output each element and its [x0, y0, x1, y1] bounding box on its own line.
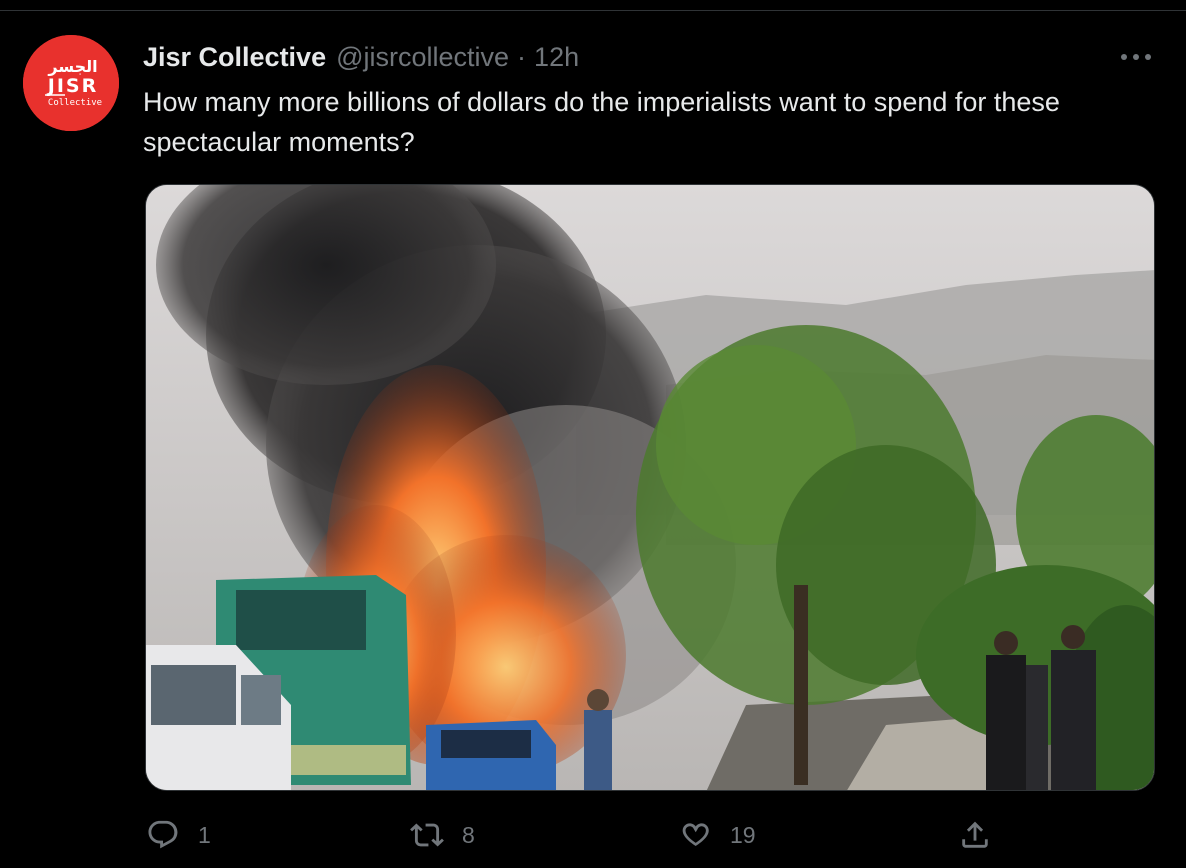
avatar[interactable]: الجسر JISR Collective	[23, 35, 119, 131]
logo-arabic: الجسر	[47, 57, 97, 76]
like-count: 19	[730, 821, 756, 848]
share-icon	[962, 821, 988, 848]
retweet-icon	[410, 823, 444, 847]
share-button[interactable]	[958, 810, 992, 860]
timestamp[interactable]: 12h	[534, 42, 579, 73]
logo-letters: JISR	[46, 75, 98, 97]
photo-burning-bus	[146, 185, 1154, 790]
display-name[interactable]: Jisr Collective	[143, 42, 326, 73]
more-horizontal-icon	[1121, 54, 1151, 60]
heart-icon	[682, 823, 709, 846]
reply-icon	[148, 820, 178, 849]
reply-button[interactable]: 1	[146, 810, 211, 860]
tweet-text: How many more billions of dollars do the…	[143, 87, 1060, 157]
separator-dot: ·	[517, 41, 527, 72]
jisr-logo: الجسر JISR Collective	[23, 35, 119, 131]
tweet[interactable]: الجسر JISR Collective Jisr Collective @j…	[0, 0, 1186, 868]
retweet-count: 8	[462, 821, 475, 848]
tweet-media-photo[interactable]	[145, 184, 1155, 791]
retweet-button[interactable]: 8	[410, 810, 475, 860]
tweet-header: Jisr Collective @jisrcollective · 12h	[143, 40, 579, 74]
reply-count: 1	[198, 821, 211, 848]
like-button[interactable]: 19	[678, 810, 756, 860]
tweet-actions: 1 8 19	[0, 810, 1186, 860]
logo-subtitle: Collective	[48, 98, 102, 108]
handle[interactable]: @jisrcollective	[336, 42, 509, 73]
more-options-button[interactable]	[1116, 40, 1156, 74]
